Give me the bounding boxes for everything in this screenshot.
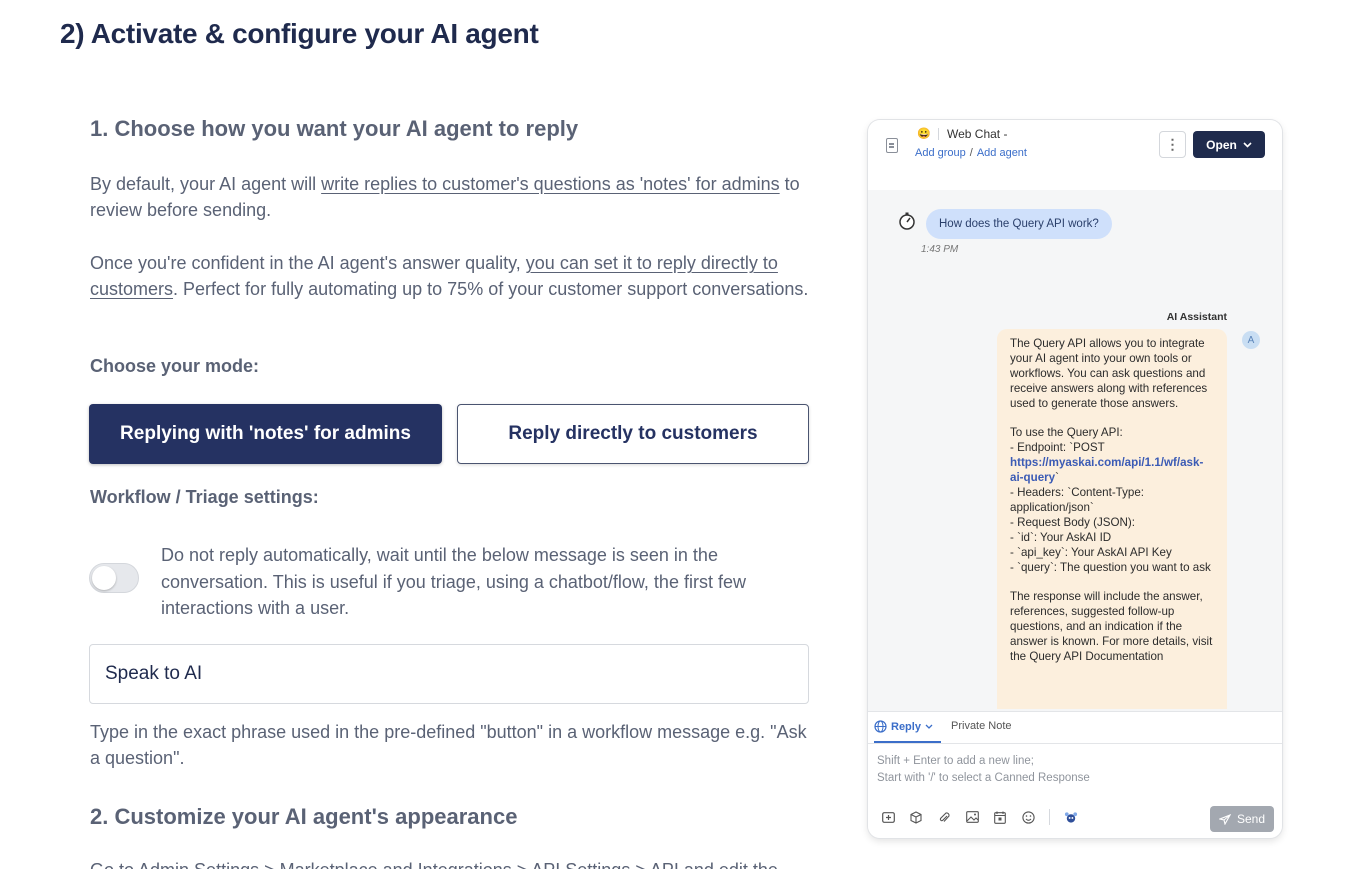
- toggle-description: Do not reply automatically, wait until t…: [161, 545, 746, 618]
- open-status-label: Open: [1206, 137, 1237, 152]
- contact-emoji-icon: 😀: [917, 128, 931, 140]
- user-message-bubble: How does the Query API work?: [926, 209, 1112, 239]
- workflow-label: Workflow / Triage settings:: [90, 487, 319, 507]
- section-2-heading: 2. Customize your AI agent's appearance: [90, 804, 518, 829]
- section-1-heading: 1. Choose how you want your AI agent to …: [90, 116, 579, 141]
- default-mode-text-start: By default, your AI agent will: [90, 174, 322, 194]
- wait-for-message-toggle[interactable]: [89, 563, 139, 593]
- reply-composer: Reply Private Note Shift + Enter to add …: [868, 711, 1282, 838]
- direct-mode-paragraph: Once you're confident in the AI agent's …: [90, 250, 810, 302]
- chevron-down-icon: [925, 724, 933, 729]
- notes-for-admins-link[interactable]: write replies to customer's questions as…: [321, 174, 780, 194]
- tab-reply-label: Reply: [891, 720, 921, 733]
- notes-mode-button[interactable]: Replying with 'notes' for admins: [89, 404, 442, 464]
- document-icon: [886, 138, 898, 153]
- toggle-knob: [92, 566, 116, 590]
- default-mode-paragraph: By default, your AI agent will write rep…: [90, 171, 810, 223]
- direct-mode-text-end: . Perfect for fully automating up to 75%…: [173, 279, 809, 299]
- ai-avatar: A: [1242, 331, 1260, 349]
- attachment-icon[interactable]: [937, 810, 951, 824]
- paper-plane-icon: [1218, 813, 1231, 825]
- image-icon[interactable]: [965, 810, 979, 824]
- mode-label: Choose your mode:: [90, 356, 260, 376]
- smiley-icon[interactable]: [1021, 810, 1035, 824]
- tab-private-note[interactable]: Private Note: [951, 720, 1012, 732]
- calendar-icon[interactable]: [993, 810, 1007, 824]
- composer-divider: [868, 743, 1282, 744]
- channel-name: Web Chat -: [947, 127, 1008, 141]
- more-options-button[interactable]: ⋮: [1159, 131, 1186, 158]
- user-message-time: 1:43 PM: [921, 244, 959, 255]
- assignment-separator: /: [969, 147, 973, 159]
- composer-placeholder-line-1[interactable]: Shift + Enter to add a new line;: [877, 755, 1034, 767]
- ai-assistant-name: AI Assistant: [1166, 311, 1227, 323]
- article-icon[interactable]: [909, 810, 923, 824]
- add-group-link[interactable]: Add group: [915, 147, 966, 159]
- page-title: 2) Activate & configure your AI agent: [60, 18, 539, 49]
- ai-assist-icon[interactable]: [1064, 810, 1078, 824]
- ai-reply-text-1: The Query API allows you to integrate yo…: [1010, 337, 1208, 455]
- add-agent-link[interactable]: Add agent: [977, 147, 1027, 159]
- send-label: Send: [1236, 812, 1266, 826]
- ai-reply-text-2: ` - Headers: `Content-Type: application/…: [1010, 471, 1213, 664]
- toolbar-divider: [1049, 809, 1050, 825]
- emoji-picker-icon[interactable]: [881, 810, 895, 824]
- composer-placeholder-line-2[interactable]: Start with '/' to select a Canned Respon…: [877, 772, 1090, 784]
- send-button[interactable]: Send: [1210, 806, 1274, 832]
- composer-toolbar: [881, 809, 1078, 825]
- trigger-phrase-input[interactable]: [89, 644, 809, 704]
- stopwatch-icon: [899, 212, 915, 230]
- query-api-endpoint-link[interactable]: https://myaskai.com/api/1.1/wf/ask-ai-qu…: [1010, 456, 1203, 484]
- header-divider: [938, 128, 939, 140]
- globe-icon: [874, 720, 887, 733]
- direct-mode-text-start: Once you're confident in the AI agent's …: [90, 253, 526, 273]
- chat-preview-screenshot: 😀 Web Chat - Add group / Add agent ⋮ Open …: [868, 120, 1282, 838]
- chevron-down-icon: [1243, 141, 1252, 148]
- assignment-links: Add group / Add agent: [915, 147, 1027, 159]
- open-status-button[interactable]: Open: [1193, 131, 1265, 158]
- tab-reply[interactable]: Reply: [874, 712, 941, 743]
- direct-mode-button[interactable]: Reply directly to customers: [457, 404, 809, 464]
- trigger-phrase-help: Type in the exact phrase used in the pre…: [90, 722, 807, 768]
- ai-reply-bubble: The Query API allows you to integrate yo…: [997, 329, 1227, 709]
- section-2-cut-text: Go to Admin Settings > Marketplace and I…: [90, 857, 830, 869]
- conversation-header: 😀 Web Chat - Add group / Add agent ⋮ Open: [868, 120, 1282, 190]
